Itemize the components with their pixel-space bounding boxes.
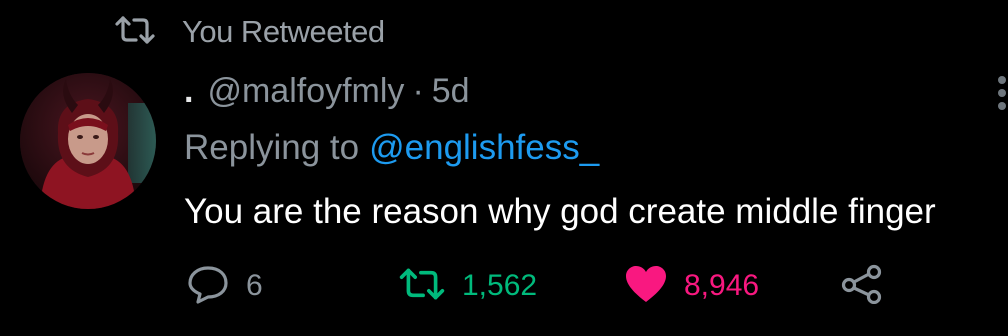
replying-mention[interactable]: @englishfess_ (369, 128, 599, 168)
like-count: 8,946 (684, 269, 760, 302)
retweet-label: You Retweeted (182, 14, 385, 49)
more-options-icon[interactable] (998, 76, 1008, 110)
reply-button[interactable]: 6 (186, 258, 263, 314)
avatar[interactable] (20, 73, 156, 209)
retweet-context[interactable]: You Retweeted (114, 10, 385, 54)
share-icon (840, 264, 884, 309)
tweet-header: . @malfoyfmly · 5d (184, 68, 470, 114)
retweet-icon (114, 15, 156, 50)
retweet-icon (398, 267, 446, 306)
retweet-button[interactable]: 1,562 (398, 258, 537, 314)
tweet-text: You are the reason why god create middle… (184, 192, 936, 231)
replying-to: Replying to @englishfess_ (184, 124, 599, 172)
tweet-actions: 6 1,562 8,946 (0, 258, 1008, 314)
handle[interactable]: @malfoyfmly (207, 72, 404, 111)
reply-bubble-icon (186, 264, 230, 309)
retweet-count: 1,562 (462, 269, 538, 302)
display-name[interactable]: . (184, 72, 193, 111)
separator: · (412, 71, 424, 110)
share-button[interactable] (840, 258, 884, 314)
timestamp[interactable]: 5d (432, 72, 470, 111)
heart-icon (624, 264, 668, 309)
like-button[interactable]: 8,946 (624, 258, 759, 314)
reply-count: 6 (246, 269, 263, 302)
replying-label: Replying to (184, 128, 360, 167)
